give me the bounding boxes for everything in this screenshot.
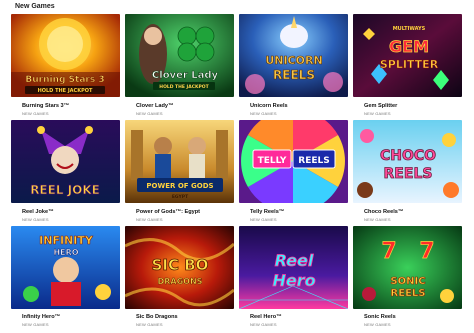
game-card-sic-bo-dragons[interactable]: SIC BO DRAGONS Sic Bo Dragons NEW GAMES — [125, 226, 234, 331]
game-card-unicorn-reels[interactable]: UNICORN REELS Unicorn Reels NEW GAMES — [239, 14, 348, 120]
game-title[interactable]: Clover Lady™ — [136, 103, 174, 109]
game-category: NEW GAMES — [136, 217, 163, 222]
game-category: NEW GAMES — [364, 322, 391, 327]
game-title[interactable]: Sonic Reels — [364, 314, 396, 320]
game-category: NEW GAMES — [136, 111, 163, 116]
game-category: NEW GAMES — [22, 322, 49, 327]
game-category: NEW GAMES — [250, 217, 277, 222]
game-card-sonic-reels[interactable]: 7 7 SONIC REELS Sonic Reels NEW GAMES — [353, 226, 462, 331]
logo-text: CHOCO — [380, 148, 436, 164]
game-title[interactable]: Telly Reels™ — [250, 209, 284, 215]
game-thumbnail-sonic-reels[interactable]: 7 7 SONIC REELS — [353, 226, 462, 309]
game-card-choco-reels[interactable]: CHOCO REELS Choco Reels™ NEW GAMES — [353, 120, 462, 226]
game-title[interactable]: Choco Reels™ — [364, 209, 403, 215]
logo-subtext: HOLD THE JACKPOT — [38, 88, 93, 94]
game-thumbnail-clover-lady[interactable]: Clover Lady HOLD THE JACKPOT — [125, 14, 234, 97]
logo-subtext: REELS — [298, 156, 329, 166]
game-thumbnail-choco-reels[interactable]: CHOCO REELS — [353, 120, 462, 203]
game-thumbnail-sic-bo-dragons[interactable]: SIC BO DRAGONS — [125, 226, 234, 309]
game-thumbnail-infinity-hero[interactable]: INFINITY HERO — [11, 226, 120, 309]
game-card-reel-hero[interactable]: Reel Hero Reel Hero™ NEW GAMES — [239, 226, 348, 331]
game-thumbnail-gem-splitter[interactable]: MULTIWAYS GEM SPLITTER — [353, 14, 462, 97]
game-title[interactable]: Power of Gods™: Egypt — [136, 209, 200, 215]
game-title[interactable]: Unicorn Reels — [250, 103, 288, 109]
game-card-burning-stars-3[interactable]: Burning Stars 3 HOLD THE JACKPOT Burning… — [11, 14, 120, 120]
game-card-reel-joke[interactable]: REEL JOKE Reel Joke™ NEW GAMES — [11, 120, 120, 226]
section-title: New Games — [15, 3, 55, 10]
game-title[interactable]: Reel Hero™ — [250, 314, 282, 320]
game-thumbnail-telly-reels[interactable]: TELLY REELS — [239, 120, 348, 203]
game-thumbnail-reel-hero[interactable]: Reel Hero — [239, 226, 348, 309]
logo-subtext: HOLD THE JACKPOT — [159, 84, 209, 90]
games-grid: Burning Stars 3 HOLD THE JACKPOT Burning… — [11, 14, 463, 331]
game-category: NEW GAMES — [22, 217, 49, 222]
game-category: NEW GAMES — [136, 322, 163, 327]
logo-text: SONIC — [390, 276, 425, 287]
logo-subtext: REELS — [273, 68, 315, 82]
logo-text: SIC BO — [152, 256, 209, 274]
game-category: NEW GAMES — [364, 111, 391, 116]
logo-text: Reel — [275, 251, 314, 270]
game-category: NEW GAMES — [22, 111, 49, 116]
logo-text: POWER OF GODS — [146, 182, 213, 190]
logo-subtext: DRAGONS — [158, 277, 203, 286]
seven-icon: 7 — [381, 239, 396, 264]
game-title[interactable]: Reel Joke™ — [22, 209, 54, 215]
game-thumbnail-power-of-gods-egypt[interactable]: POWER OF GODS EGYPT — [125, 120, 234, 203]
logo-subtext: HERO — [53, 248, 78, 257]
game-thumbnail-burning-stars-3[interactable]: Burning Stars 3 HOLD THE JACKPOT — [11, 14, 120, 97]
logo-subtext: REELS — [384, 166, 433, 182]
game-title[interactable]: Burning Stars 3™ — [22, 103, 69, 109]
logo-subtext: Hero — [272, 271, 315, 290]
logo-text: GEM — [389, 37, 429, 56]
logo-text: INFINITY — [39, 234, 94, 247]
game-title[interactable]: Infinity Hero™ — [22, 314, 60, 320]
logo-kicker: MULTIWAYS — [393, 26, 426, 32]
game-title[interactable]: Sic Bo Dragons — [136, 314, 178, 320]
game-card-power-of-gods-egypt[interactable]: POWER OF GODS EGYPT Power of Gods™: Egyp… — [125, 120, 234, 226]
logo-subtext: SPLITTER — [380, 58, 439, 71]
game-title[interactable]: Gem Splitter — [364, 103, 397, 109]
logo-text: TELLY — [258, 156, 287, 166]
game-category: NEW GAMES — [364, 217, 391, 222]
game-card-clover-lady[interactable]: Clover Lady HOLD THE JACKPOT Clover Lady… — [125, 14, 234, 120]
logo-text: REEL JOKE — [30, 183, 100, 197]
game-card-telly-reels[interactable]: TELLY REELS Telly Reels™ NEW GAMES — [239, 120, 348, 226]
seven-icon: 7 — [419, 239, 434, 264]
game-card-infinity-hero[interactable]: INFINITY HERO Infinity Hero™ NEW GAMES — [11, 226, 120, 331]
game-card-gem-splitter[interactable]: MULTIWAYS GEM SPLITTER Gem Splitter NEW … — [353, 14, 462, 120]
logo-text: UNICORN — [265, 54, 322, 67]
game-thumbnail-unicorn-reels[interactable]: UNICORN REELS — [239, 14, 348, 97]
game-category: NEW GAMES — [250, 322, 277, 327]
logo-subtext: EGYPT — [172, 194, 189, 200]
logo-text: Burning Stars 3 — [25, 75, 104, 85]
game-category: NEW GAMES — [250, 111, 277, 116]
game-thumbnail-reel-joke[interactable]: REEL JOKE — [11, 120, 120, 203]
logo-subtext: REELS — [391, 288, 426, 299]
logo-text: Clover Lady — [152, 70, 219, 81]
